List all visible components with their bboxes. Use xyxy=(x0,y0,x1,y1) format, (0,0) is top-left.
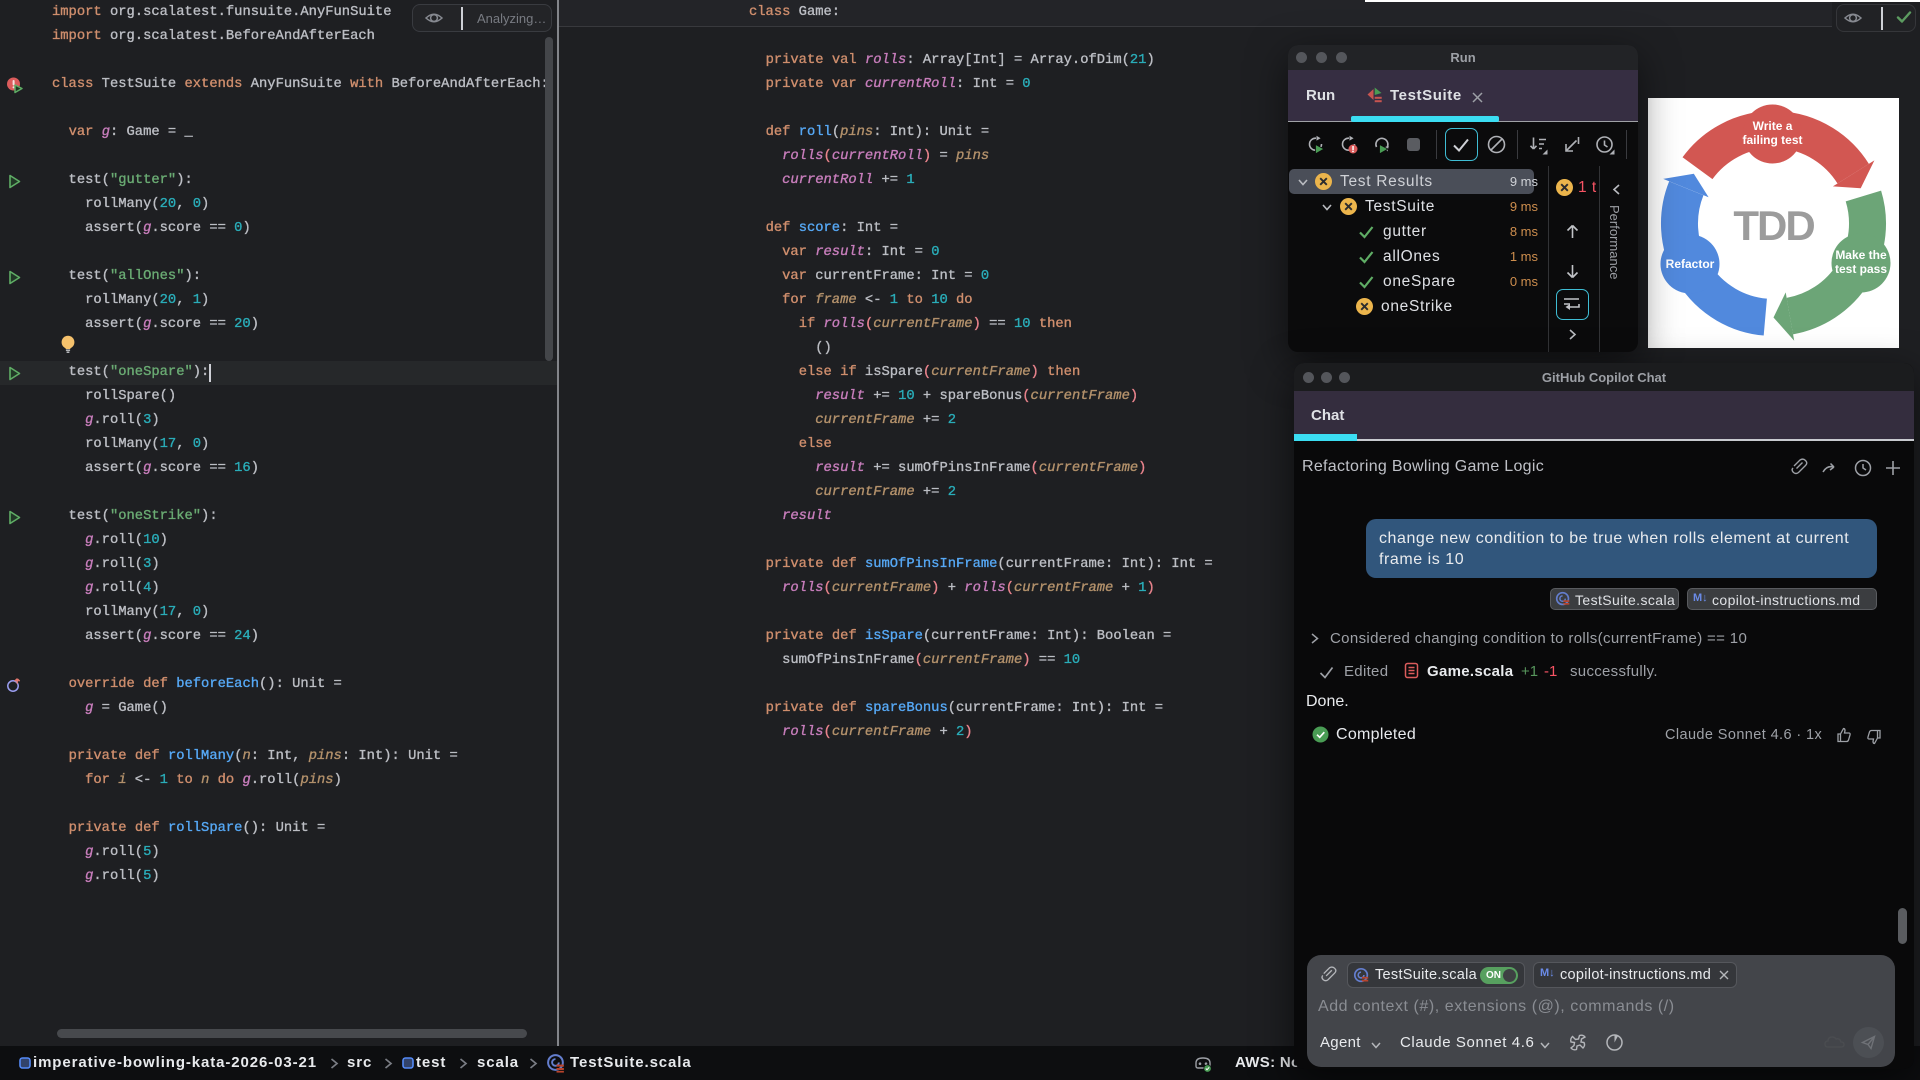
svg-text:Write a: Write a xyxy=(1753,119,1793,133)
svg-text:test pass: test pass xyxy=(1835,262,1887,276)
svg-text:failing test: failing test xyxy=(1742,133,1802,147)
svg-text:TDD: TDD xyxy=(1733,202,1814,249)
svg-text:Make the: Make the xyxy=(1835,248,1887,262)
svg-text:Refactor: Refactor xyxy=(1666,257,1715,271)
